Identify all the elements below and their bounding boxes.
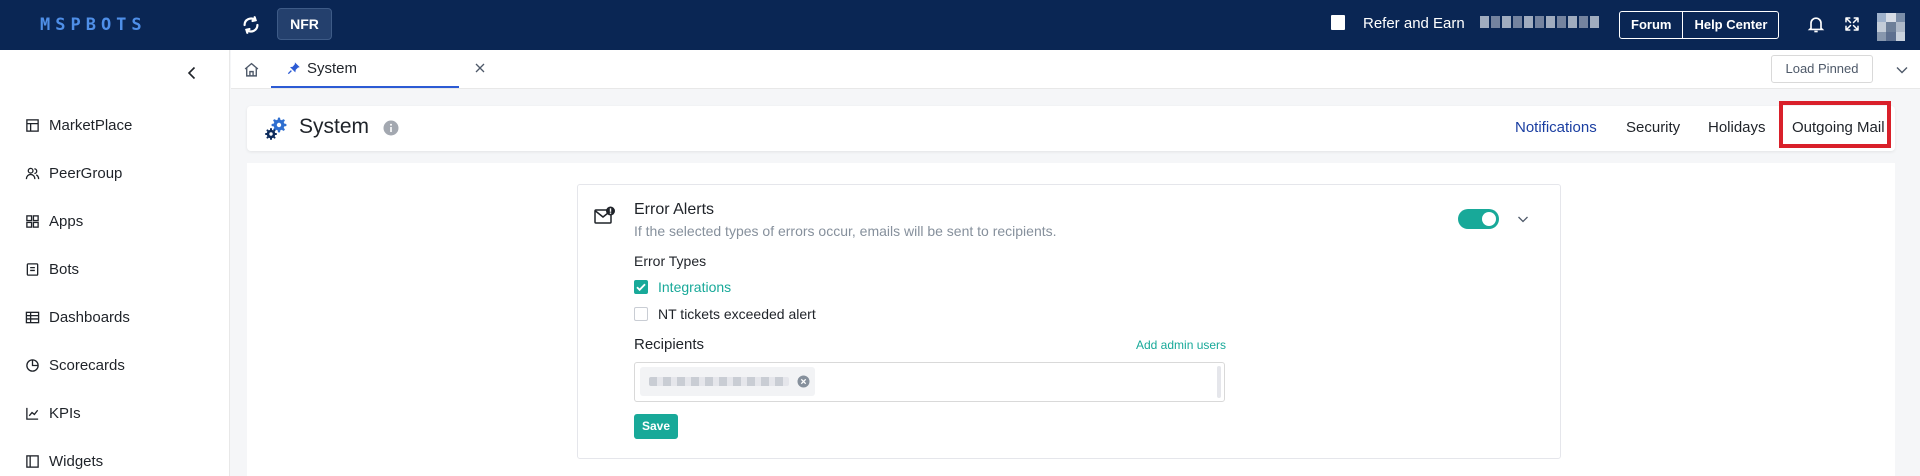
error-types-label: Error Types bbox=[634, 253, 707, 269]
error-alerts-card: Error Alerts If the selected types of er… bbox=[577, 184, 1561, 459]
tab-system[interactable]: System bbox=[271, 50, 485, 88]
topbar-link-group: Forum Help Center bbox=[1619, 11, 1780, 39]
user-name[interactable] bbox=[1480, 14, 1606, 30]
integrations-label[interactable]: Integrations bbox=[658, 279, 731, 295]
sidebar-item-apps[interactable]: Apps bbox=[25, 210, 83, 232]
integrations-checkbox[interactable] bbox=[634, 280, 648, 294]
kpis-icon bbox=[26, 407, 39, 420]
refer-and-earn-link[interactable]: Refer and Earn bbox=[1363, 15, 1465, 32]
recipients-scrollbar[interactable] bbox=[1217, 366, 1221, 398]
sidebar-item-label: Scorecards bbox=[49, 356, 125, 374]
home-icon[interactable] bbox=[243, 61, 260, 78]
sidebar-item-marketplace[interactable]: MarketPlace bbox=[25, 114, 132, 136]
mspbots-logo[interactable]: MSPBOTS bbox=[40, 14, 147, 36]
nt-tickets-checkbox[interactable] bbox=[634, 307, 648, 321]
sidebar-item-label: Bots bbox=[49, 260, 80, 278]
sidebar-item-dashboards[interactable]: Dashboards bbox=[25, 306, 130, 328]
nt-tickets-label[interactable]: NT tickets exceeded alert bbox=[658, 306, 816, 322]
sidebar: MarketPlace PeerGroup Apps Bots Dashboar… bbox=[0, 50, 230, 476]
recipient-chip bbox=[640, 367, 815, 396]
tab-holidays[interactable]: Holidays bbox=[1708, 119, 1766, 136]
load-pinned-button[interactable]: Load Pinned bbox=[1771, 55, 1873, 83]
recipients-input[interactable] bbox=[634, 362, 1225, 402]
error-alerts-description: If the selected types of errors occur, e… bbox=[634, 223, 1057, 239]
sidebar-item-label: Widgets bbox=[49, 452, 104, 470]
page-title: System bbox=[299, 115, 370, 138]
apps-icon bbox=[26, 214, 39, 228]
save-button[interactable]: Save bbox=[634, 414, 678, 439]
info-icon[interactable] bbox=[383, 120, 399, 136]
check-icon bbox=[636, 283, 646, 292]
help-center-button[interactable]: Help Center bbox=[1682, 12, 1778, 38]
sidebar-item-label: PeerGroup bbox=[49, 164, 123, 182]
sidebar-item-scorecards[interactable]: Scorecards bbox=[25, 354, 125, 376]
sidebar-item-label: Apps bbox=[49, 212, 84, 230]
chevron-down-icon[interactable] bbox=[1517, 213, 1529, 225]
sidebar-item-bots[interactable]: Bots bbox=[25, 258, 79, 280]
close-circle-icon[interactable] bbox=[797, 375, 810, 388]
peergroup-icon bbox=[25, 167, 40, 179]
forum-button[interactable]: Forum bbox=[1620, 12, 1682, 38]
chevron-down-icon[interactable] bbox=[1895, 63, 1909, 77]
nfr-button[interactable]: NFR bbox=[277, 8, 332, 40]
sidebar-item-label: MarketPlace bbox=[49, 116, 133, 134]
sidebar-item-label: Dashboards bbox=[49, 308, 130, 326]
fullscreen-icon[interactable] bbox=[1843, 15, 1861, 33]
gears-icon bbox=[265, 117, 287, 140]
recipients-label: Recipients bbox=[634, 336, 705, 353]
tab-notifications[interactable]: Notifications bbox=[1515, 119, 1597, 136]
sidebar-item-widgets[interactable]: Widgets bbox=[25, 450, 103, 472]
close-icon[interactable] bbox=[474, 62, 486, 74]
error-alerts-toggle[interactable] bbox=[1458, 209, 1499, 229]
bots-icon bbox=[26, 262, 39, 276]
sidebar-item-peergroup[interactable]: PeerGroup bbox=[25, 162, 122, 184]
sync-icon[interactable] bbox=[240, 14, 262, 36]
highlight-box bbox=[1779, 101, 1891, 148]
dashboards-icon bbox=[25, 311, 40, 323]
scorecards-icon bbox=[26, 358, 39, 372]
sidebar-item-label: KPIs bbox=[49, 404, 81, 422]
top-bar: MSPBOTS NFR Refer and Earn Forum Help Ce… bbox=[0, 0, 1920, 50]
mail-alert-icon bbox=[594, 206, 615, 224]
add-admin-users-link[interactable]: Add admin users bbox=[1136, 338, 1226, 352]
bell-icon[interactable] bbox=[1806, 14, 1826, 34]
marketplace-icon bbox=[26, 118, 39, 132]
pin-icon[interactable] bbox=[287, 61, 301, 75]
widgets-icon bbox=[26, 454, 39, 468]
tab-bar: System Load Pinned bbox=[231, 50, 1920, 89]
main-content: Error Alerts If the selected types of er… bbox=[247, 163, 1895, 476]
sidebar-item-kpis[interactable]: KPIs bbox=[25, 402, 81, 424]
avatar[interactable] bbox=[1877, 13, 1905, 41]
page-header: System Notifications Security Holidays O… bbox=[247, 106, 1895, 151]
recipient-email bbox=[649, 377, 789, 386]
tab-label: System bbox=[307, 60, 358, 77]
gift-icon[interactable] bbox=[1331, 15, 1345, 30]
tab-security[interactable]: Security bbox=[1626, 119, 1680, 136]
error-alerts-title: Error Alerts bbox=[634, 201, 715, 218]
chevron-left-icon[interactable] bbox=[184, 65, 200, 81]
